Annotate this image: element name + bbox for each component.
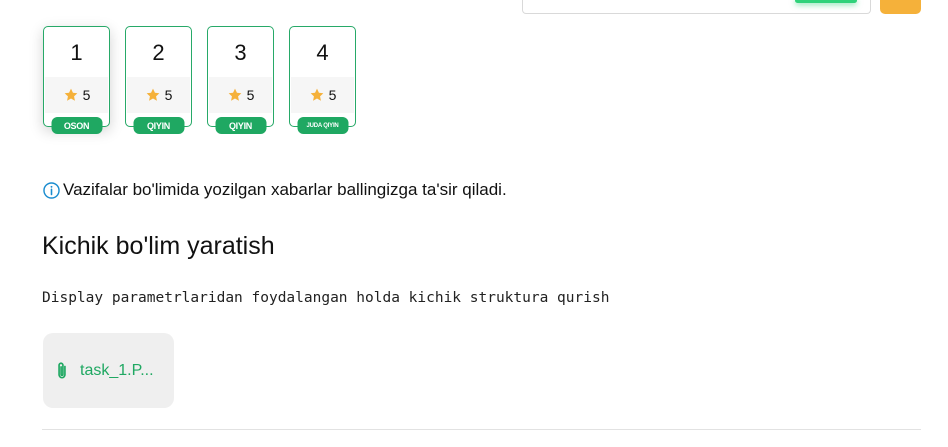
task-number: 3 (234, 40, 247, 65)
top-green-button[interactable] (795, 0, 857, 3)
difficulty-badge: JUDA QIYIN (297, 117, 348, 134)
task-card-3[interactable]: 3 5 QIYIN (207, 26, 274, 134)
divider (42, 429, 921, 430)
rating-value: 5 (82, 87, 91, 103)
task-cards: 1 5 OSON 2 5 QIYIN 3 5 QIYIN 4 5 JUDA QI… (43, 26, 356, 134)
top-orange-button[interactable] (880, 0, 921, 14)
top-input-field[interactable] (522, 0, 871, 14)
difficulty-badge: QIYIN (133, 117, 184, 134)
star-icon (64, 88, 77, 101)
task-card-2[interactable]: 2 5 QIYIN (125, 26, 192, 134)
task-card-1[interactable]: 1 5 OSON (43, 26, 110, 134)
task-page: 1 5 OSON 2 5 QIYIN 3 5 QIYIN 4 5 JUDA QI… (0, 0, 948, 447)
rating-value: 5 (328, 87, 337, 103)
task-number: 2 (152, 40, 165, 65)
section-title: Kichik bo'lim yaratish (42, 232, 275, 260)
task-number: 4 (316, 40, 329, 65)
attachment-name: task_1.P... (80, 361, 154, 379)
difficulty-badge: QIYIN (215, 117, 266, 134)
section-description: Display parametrlaridan foydalangan hold… (42, 290, 610, 306)
rating-value: 5 (164, 87, 173, 103)
task-card-4[interactable]: 4 5 JUDA QIYIN (289, 26, 356, 134)
attachment-file[interactable]: task_1.P... (43, 333, 174, 408)
paperclip-icon (58, 361, 66, 378)
info-icon (43, 181, 60, 199)
star-icon (146, 88, 159, 101)
notice: Vazifalar bo'limida yozilgan xabarlar ba… (42, 180, 507, 200)
task-rating: 5 (45, 77, 108, 113)
difficulty-badge: OSON (51, 117, 102, 134)
rating-value: 5 (246, 87, 255, 103)
star-icon (310, 88, 323, 101)
task-number: 1 (70, 40, 83, 65)
notice-text: Vazifalar bo'limida yozilgan xabarlar ba… (63, 180, 507, 199)
task-rating: 5 (209, 77, 272, 113)
star-icon (228, 88, 241, 101)
task-rating: 5 (291, 77, 354, 113)
task-rating: 5 (127, 77, 190, 113)
